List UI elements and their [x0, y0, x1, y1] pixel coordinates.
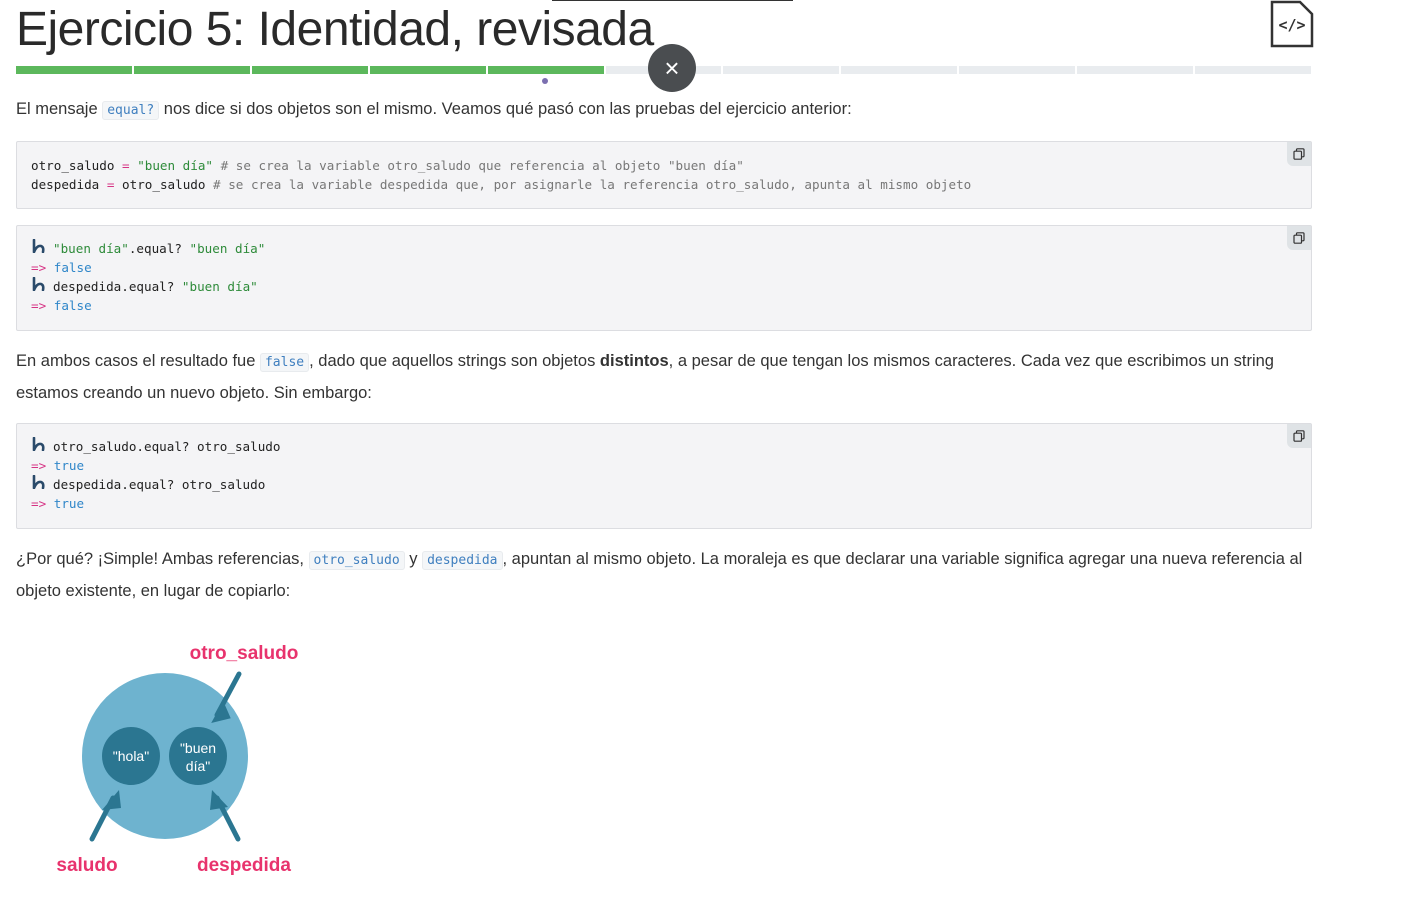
paragraph-text: El mensaje [16, 100, 103, 118]
paragraph-text: En ambos casos el resultado fue [16, 352, 260, 370]
code-block-assignments: otro_saludo = "buen día" # se crea la va… [16, 141, 1312, 209]
console-input-line: otro_saludo.equal? otro_saludo [31, 436, 1297, 456]
paragraph-text: nos dice si dos objetos son el mismo. Ve… [159, 100, 852, 118]
inline-code: otro_saludo [308, 551, 405, 570]
progress-segment[interactable] [369, 66, 486, 74]
copy-icon [1293, 430, 1305, 442]
paragraph-conclusion: ¿Por qué? ¡Simple! Ambas referencias, ot… [16, 544, 1312, 606]
code-line: otro_saludo = "buen día" # se crea la va… [31, 158, 744, 173]
paragraph-intro: El mensaje equal? nos dice si dos objeto… [16, 94, 1312, 126]
prompt-icon [31, 436, 53, 456]
label-otro-saludo: otro_saludo [190, 643, 299, 664]
object-buen-dia [169, 727, 227, 785]
close-icon: × [664, 52, 680, 83]
copy-icon [1293, 148, 1305, 160]
progress-segment[interactable] [723, 66, 840, 74]
copy-icon [1293, 232, 1305, 244]
progress-segment[interactable] [487, 66, 604, 74]
console-output-line: => false [31, 260, 92, 275]
console-block-false: "buen día".equal? "buen día" => false de… [16, 225, 1312, 331]
progress-segment[interactable] [251, 66, 368, 74]
console-input-line: despedida.equal? otro_saludo [31, 474, 1297, 494]
progress-segment[interactable] [1077, 66, 1194, 74]
code-file-icon[interactable]: </> [1268, 0, 1314, 48]
console-output-line: => true [31, 458, 85, 473]
prompt-icon [31, 276, 53, 296]
inline-code: despedida [422, 551, 503, 570]
top-divider [552, 0, 793, 1]
inline-code: equal? [102, 101, 160, 120]
console-output-line: => true [31, 496, 85, 511]
copy-button[interactable] [1287, 424, 1311, 448]
copy-button[interactable] [1287, 226, 1311, 250]
paragraph-text: ¿Por qué? ¡Simple! Ambas referencias, [16, 550, 309, 568]
progress-segment[interactable] [133, 66, 250, 74]
object-hola-label: "hola" [113, 748, 149, 764]
object-buen-dia-label-2: día" [186, 758, 210, 774]
paragraph-text: y [404, 550, 423, 568]
label-saludo: saludo [56, 855, 117, 876]
console-input-line: despedida.equal? "buen día" [31, 276, 1297, 296]
close-button[interactable]: × [648, 44, 696, 92]
progress-segment[interactable] [16, 66, 132, 74]
svg-text:</>: </> [1278, 16, 1305, 34]
progress-segment[interactable] [1195, 66, 1311, 74]
code-line: despedida = otro_saludo # se crea la var… [31, 177, 972, 192]
console-input-line: "buen día".equal? "buen día" [31, 238, 1297, 258]
paragraph-explanation: En ambos casos el resultado fue false, d… [16, 346, 1312, 408]
console-output-line: => false [31, 298, 92, 313]
paragraph-text: , dado que aquellos strings son objetos [309, 352, 600, 370]
page-title: Ejercicio 5: Identidad, revisada [16, 3, 654, 56]
prompt-icon [31, 238, 53, 258]
progress-segment[interactable] [959, 66, 1076, 74]
label-despedida: despedida [197, 855, 291, 876]
progress-segment[interactable] [841, 66, 958, 74]
copy-button[interactable] [1287, 142, 1311, 166]
prompt-icon [31, 474, 53, 494]
console-block-true: otro_saludo.equal? otro_saludo => true d… [16, 423, 1312, 529]
inline-code: false [259, 353, 310, 372]
current-step-indicator [542, 78, 548, 84]
emphasis-text: distintos [599, 352, 669, 370]
references-diagram: "hola" "buen día" otro_saludo saludo des… [56, 643, 299, 876]
object-buen-dia-label-1: "buen [180, 740, 216, 756]
